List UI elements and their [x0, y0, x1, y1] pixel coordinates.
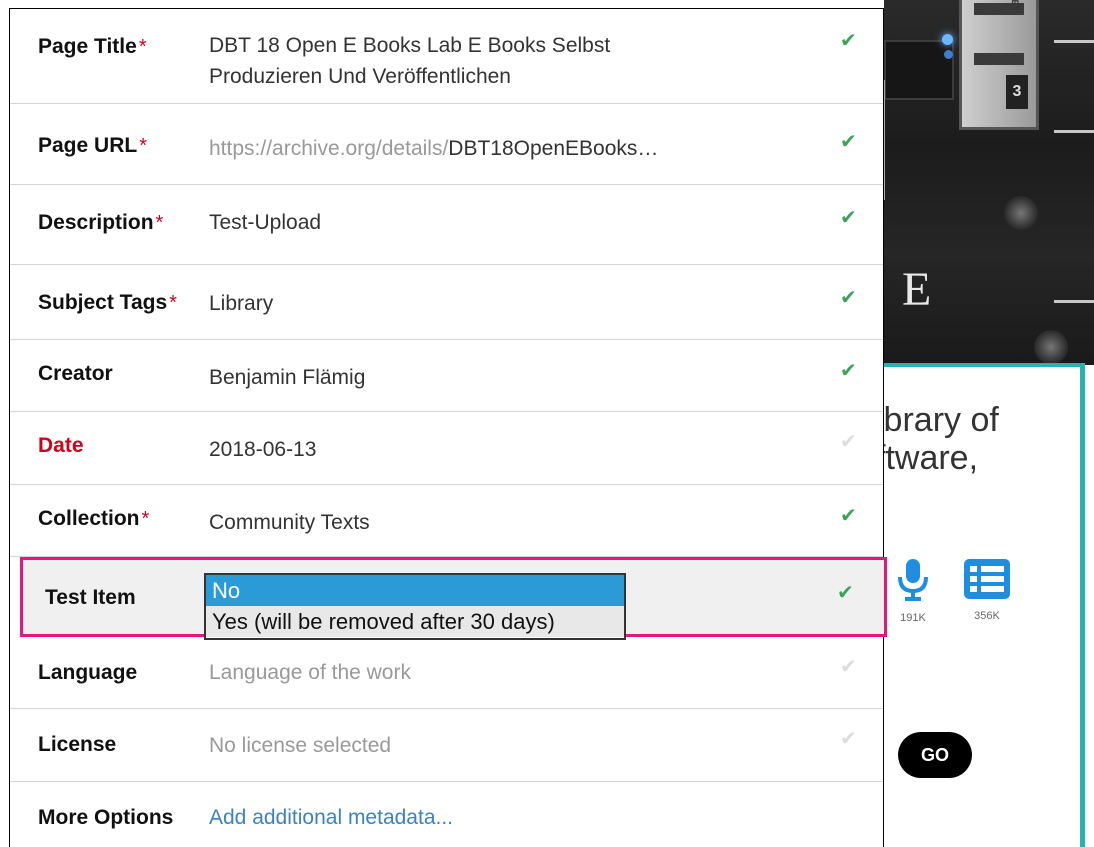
- screw: [1004, 196, 1038, 230]
- label-creator: Creator: [38, 362, 113, 385]
- collection-value[interactable]: Community Texts: [209, 507, 370, 538]
- check-icon: ✔: [840, 654, 857, 678]
- label-collection: Collection *: [38, 507, 150, 530]
- check-icon: ✔: [840, 28, 857, 52]
- check-icon: ✔: [840, 358, 857, 382]
- row-language[interactable]: Language Language of the work ✔: [10, 637, 883, 709]
- software-stat[interactable]: 356K: [964, 559, 1010, 622]
- row-more-options: More Options Add additional metadata...: [10, 782, 883, 847]
- label-subject-tags: Subject Tags *: [38, 291, 177, 314]
- row-collection[interactable]: Collection * Community Texts ✔: [10, 485, 883, 557]
- drive-bay: [884, 40, 954, 100]
- label-page-url: Page URL *: [38, 134, 147, 157]
- license-select[interactable]: No license selected: [209, 730, 391, 761]
- check-icon: ✔: [837, 580, 854, 604]
- add-metadata-link[interactable]: Add additional metadata...: [209, 802, 453, 833]
- card-headline: ibrary of ftware,: [876, 401, 999, 477]
- check-icon: ✔: [840, 503, 857, 527]
- row-page-title[interactable]: Page Title * DBT 18 Open E Books Lab E Bo…: [10, 9, 883, 104]
- label-test-item: Test Item: [45, 586, 136, 609]
- check-icon: ✔: [840, 429, 857, 453]
- page-title-value[interactable]: DBT 18 Open E Books Lab E Books Selbst P…: [209, 30, 610, 92]
- label-description: Description *: [38, 211, 164, 234]
- check-icon: ✔: [840, 129, 857, 153]
- go-button[interactable]: GO: [898, 732, 972, 778]
- page-url-value[interactable]: https://archive.org/details/DBT18OpenEBo…: [209, 133, 658, 164]
- audio-stat[interactable]: 191K: [896, 559, 930, 624]
- description-value[interactable]: Test-Upload: [209, 207, 321, 238]
- status-led: [942, 34, 953, 45]
- panel-text: NET: [1010, 0, 1020, 11]
- row-description[interactable]: Description * Test-Upload ✔: [10, 185, 883, 265]
- option-yes[interactable]: Yes (will be removed after 30 days): [206, 606, 624, 637]
- creator-value[interactable]: Benjamin Flämig: [209, 362, 365, 393]
- check-icon: ✔: [840, 205, 857, 229]
- divider: [884, 80, 890, 200]
- row-license[interactable]: License No license selected ✔: [10, 709, 883, 782]
- hero-photo: NET 3 E: [884, 0, 1094, 365]
- screw: [1034, 330, 1068, 364]
- label-more-options: More Options: [38, 806, 174, 829]
- server-panel: NET 3: [959, 0, 1039, 130]
- row-page-url[interactable]: Page URL * https://archive.org/details/DB…: [10, 104, 883, 185]
- test-item-dropdown[interactable]: No Yes (will be removed after 30 days): [204, 573, 626, 640]
- row-date[interactable]: Date 2018-06-13 ✔: [10, 412, 883, 485]
- row-creator[interactable]: Creator Benjamin Flämig ✔: [10, 340, 883, 412]
- software-count: 356K: [974, 610, 1000, 622]
- label-date: Date: [38, 434, 84, 457]
- status-led-dim: [944, 50, 953, 59]
- label-language: Language: [38, 661, 138, 684]
- microphone-icon: [898, 559, 928, 601]
- label-page-title: Page Title *: [38, 35, 147, 58]
- label-license: License: [38, 733, 117, 756]
- option-no[interactable]: No: [206, 575, 624, 606]
- list-icon: [964, 559, 1010, 599]
- metadata-form: Page Title * DBT 18 Open E Books Lab E Bo…: [9, 8, 887, 847]
- date-value[interactable]: 2018-06-13: [209, 434, 316, 465]
- language-input[interactable]: Language of the work: [209, 657, 411, 688]
- info-card: ibrary of ftware, 191K 356K GO: [876, 363, 1085, 847]
- panel-number: 3: [1006, 75, 1028, 109]
- row-subject-tags[interactable]: Subject Tags * Library ✔: [10, 265, 883, 340]
- check-icon: ✔: [840, 285, 857, 309]
- check-icon: ✔: [840, 726, 857, 750]
- photo-letter: E: [902, 263, 932, 316]
- audio-count: 191K: [900, 612, 926, 624]
- subject-tags-value[interactable]: Library: [209, 288, 273, 319]
